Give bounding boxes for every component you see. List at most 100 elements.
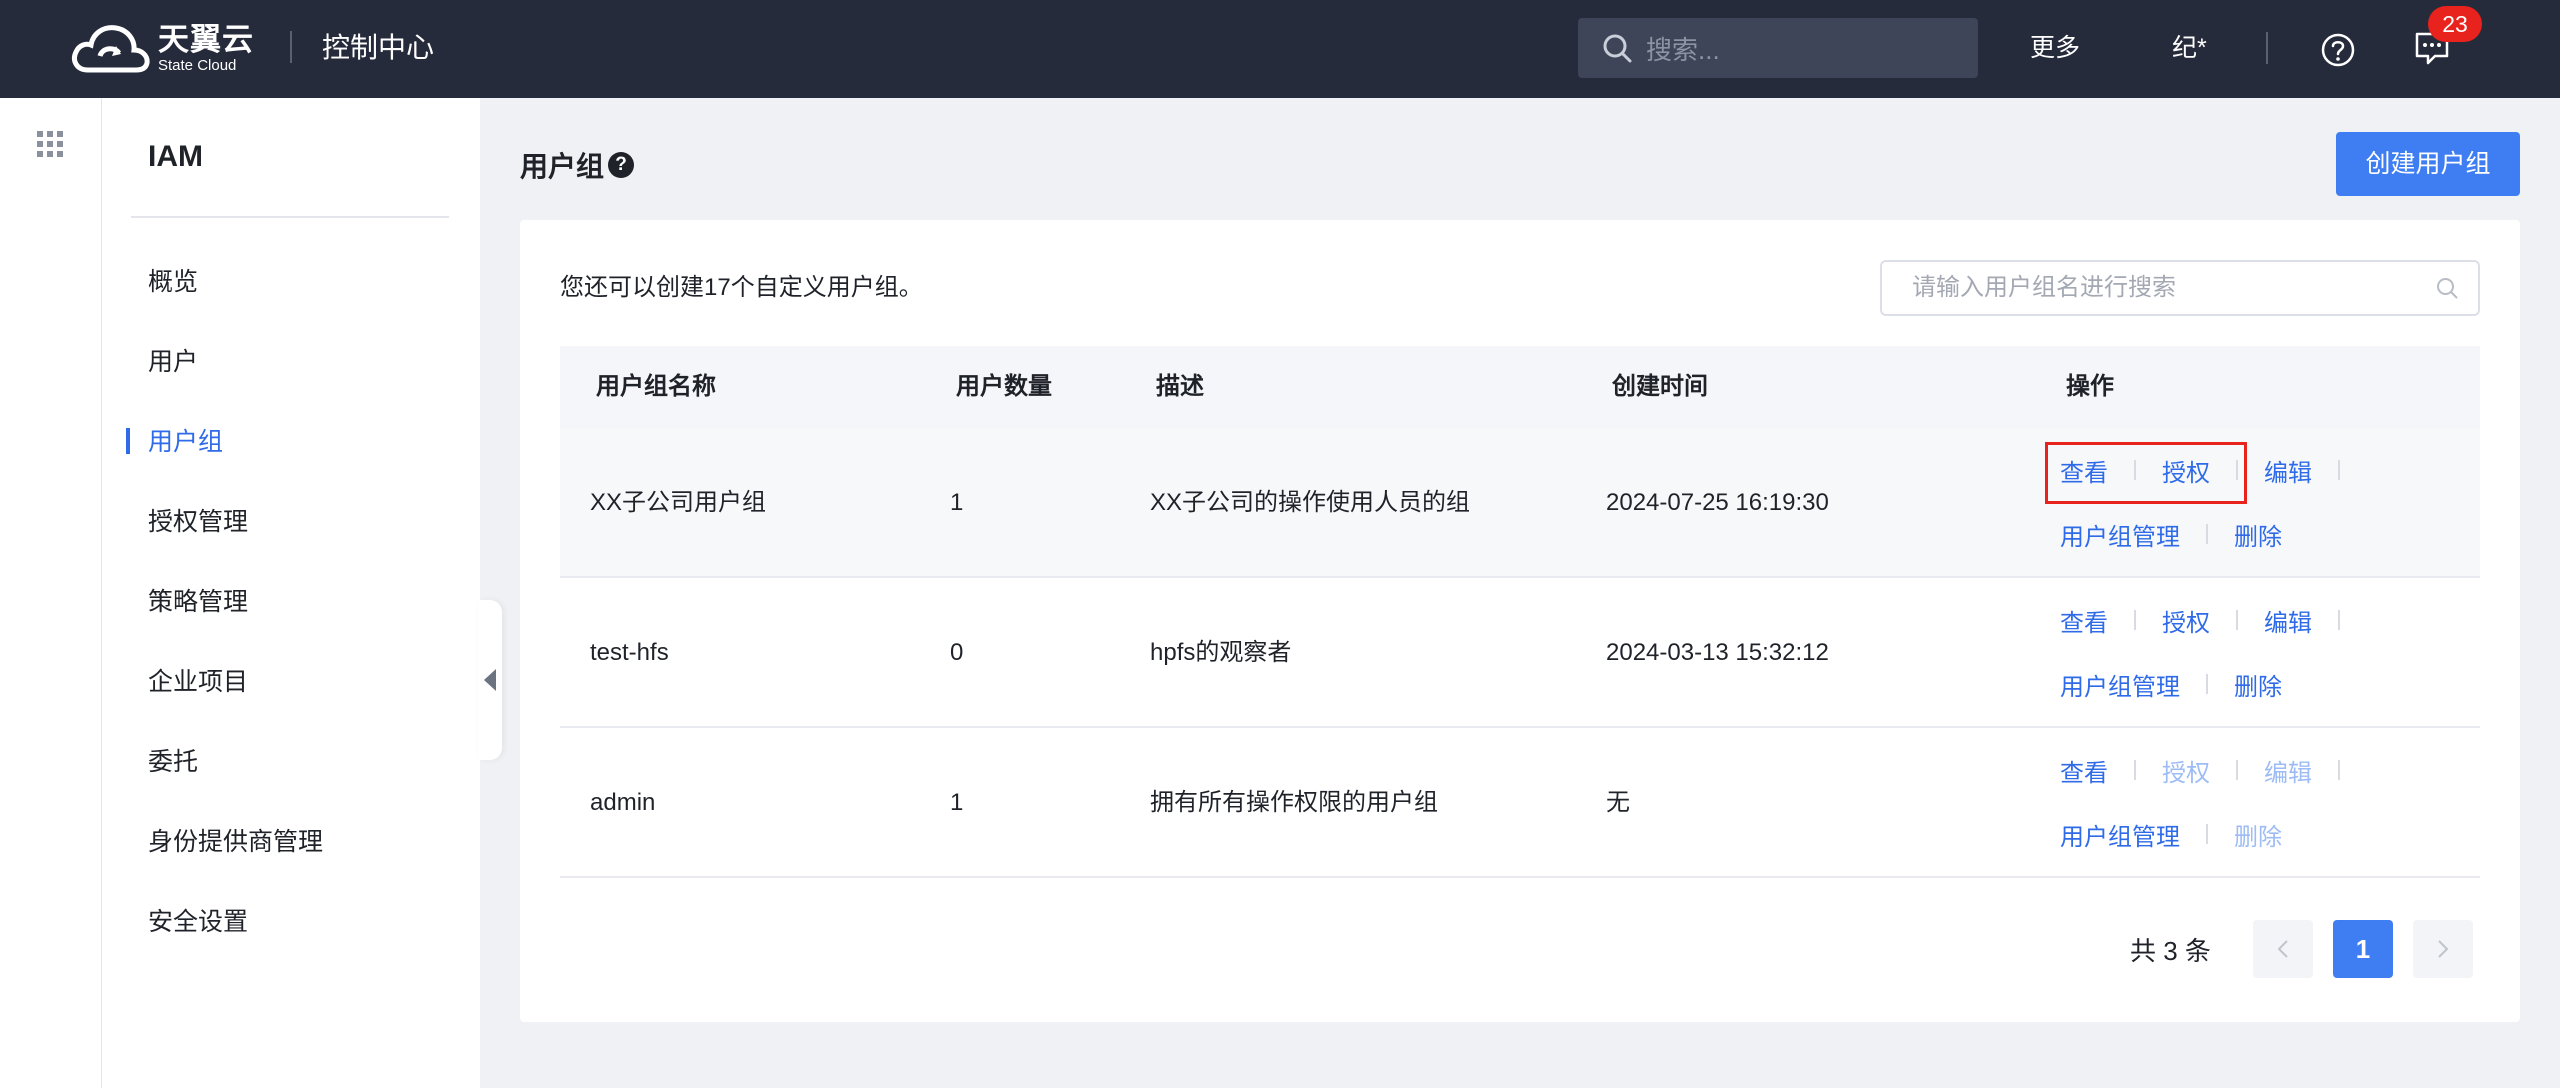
caret-left-icon (484, 669, 496, 691)
table-row: admin 1 拥有所有操作权限的用户组 无 查看 授权 编辑 用户组管理 删除 (560, 728, 2480, 878)
search-icon (1603, 34, 1632, 63)
sidebar-item-identity-providers[interactable]: 身份提供商管理 (148, 824, 323, 860)
op-separator (2236, 460, 2238, 480)
quota-hint: 您还可以创建17个自定义用户组。 (560, 274, 923, 301)
sidebar-item-security-settings[interactable]: 安全设置 (148, 904, 248, 940)
authorize-link[interactable]: 授权 (2162, 453, 2210, 488)
authorize-link-disabled: 授权 (2162, 759, 2210, 787)
column-header-operations: 操作 (2066, 373, 2114, 400)
global-search[interactable]: 搜索... (1578, 18, 1978, 78)
user-menu[interactable]: 纪* (2172, 30, 2207, 66)
row-operations: 查看 授权 编辑 用户组管理 删除 (2060, 448, 2460, 576)
edit-link[interactable]: 编辑 (2264, 453, 2312, 488)
help-icon[interactable] (2320, 32, 2356, 68)
group-search-input[interactable] (1912, 274, 2436, 302)
cell-description: XX子公司的操作使用人员的组 (1150, 489, 1471, 516)
op-separator (2206, 824, 2208, 844)
cell-description: hpfs的观察者 (1150, 639, 1292, 666)
manage-group-link[interactable]: 用户组管理 (2060, 667, 2180, 702)
search-icon[interactable] (2436, 277, 2458, 299)
cloud-logo-icon (72, 25, 150, 73)
brand-name-en: State Cloud (158, 57, 237, 74)
cell-user-count: 1 (950, 489, 964, 516)
cell-user-count: 0 (950, 639, 964, 666)
manage-group-link[interactable]: 用户组管理 (2060, 517, 2180, 552)
row-operations: 查看 授权 编辑 用户组管理 删除 (2060, 598, 2460, 726)
delete-link[interactable]: 删除 (2234, 517, 2282, 552)
view-link[interactable]: 查看 (2060, 603, 2108, 638)
column-header-created: 创建时间 (1612, 373, 1708, 400)
page-title-text: 用户组 (520, 151, 605, 182)
manage-group-link[interactable]: 用户组管理 (2060, 817, 2180, 852)
cell-group-name: admin (590, 789, 656, 816)
op-separator (2206, 524, 2208, 544)
edit-link-disabled: 编辑 (2264, 759, 2312, 787)
chevron-left-icon (2277, 940, 2288, 958)
view-link[interactable]: 查看 (2060, 753, 2108, 788)
sidebar-item-user-groups[interactable]: 用户组 (148, 424, 223, 460)
op-separator (2338, 610, 2340, 630)
op-separator (2206, 674, 2208, 694)
edit-link[interactable]: 编辑 (2264, 603, 2312, 638)
view-link[interactable]: 查看 (2060, 453, 2108, 488)
next-page-button[interactable] (2412, 920, 2473, 978)
topbar-divider (290, 31, 292, 63)
pagination-total: 共 3 条 (2130, 935, 2211, 966)
more-menu[interactable]: 更多 (2030, 30, 2080, 66)
cell-user-count: 1 (950, 789, 964, 816)
cell-group-name: XX子公司用户组 (590, 489, 767, 516)
sidebar-item-authorization[interactable]: 授权管理 (148, 504, 248, 540)
cell-created-time: 2024-03-13 15:32:12 (1606, 639, 1829, 666)
sidebar-collapse-handle[interactable] (478, 600, 502, 760)
sidebar-item-enterprise-projects[interactable]: 企业项目 (148, 664, 248, 700)
op-separator (2338, 760, 2340, 780)
cell-description: 拥有所有操作权限的用户组 (1150, 789, 1438, 816)
user-group-table: 用户组名称 用户数量 描述 创建时间 操作 XX子公司用户组 1 XX子公司的操… (560, 346, 2480, 878)
apps-grid-icon[interactable] (37, 131, 63, 157)
op-separator (2134, 760, 2136, 780)
notification-badge: 23 (2428, 6, 2482, 42)
column-header-description: 描述 (1156, 373, 1204, 400)
row-operations: 查看 授权 编辑 用户组管理 删除 (2060, 748, 2460, 876)
op-separator (2338, 460, 2340, 480)
iam-sidebar: IAM 概览 用户 用户组 授权管理 策略管理 企业项目 委托 身份提供商管理 … (102, 98, 480, 1088)
product-rail (0, 98, 102, 1088)
column-header-count: 用户数量 (956, 373, 1052, 400)
sidebar-title: IAM (148, 140, 203, 173)
delete-link[interactable]: 删除 (2234, 667, 2282, 702)
cell-created-time: 无 (1606, 789, 1630, 816)
sidebar-divider (131, 216, 449, 218)
sidebar-active-indicator (126, 428, 130, 454)
delete-link-disabled: 删除 (2234, 823, 2282, 851)
sidebar-item-policies[interactable]: 策略管理 (148, 584, 248, 620)
page-title: 用户组 ? (520, 145, 635, 185)
pagination: 共 3 条 1 (2130, 920, 2473, 978)
column-header-name: 用户组名称 (596, 373, 716, 400)
prev-page-button[interactable] (2252, 920, 2313, 978)
op-separator (2236, 610, 2238, 630)
cell-group-name: test-hfs (590, 639, 669, 666)
op-separator (2134, 610, 2136, 630)
group-search-box[interactable] (1880, 260, 2480, 316)
op-separator (2236, 760, 2238, 780)
question-icon[interactable]: ? (608, 152, 635, 178)
table-header: 用户组名称 用户数量 描述 创建时间 操作 (560, 346, 2480, 428)
authorize-link[interactable]: 授权 (2162, 603, 2210, 638)
sidebar-item-delegation[interactable]: 委托 (148, 744, 198, 780)
top-navigation-bar: 天翼云 State Cloud 控制中心 搜索... 更多 纪* 23 (0, 0, 2560, 98)
page-number-current[interactable]: 1 (2332, 920, 2393, 978)
chevron-right-icon (2438, 940, 2449, 958)
global-search-placeholder: 搜索... (1646, 34, 1720, 65)
brand-logo[interactable]: 天翼云 State Cloud (70, 20, 254, 78)
cell-created-time: 2024-07-25 16:19:30 (1606, 489, 1829, 516)
brand-name-cn: 天翼云 (158, 22, 254, 57)
topbar-divider (2266, 32, 2268, 64)
sidebar-item-users[interactable]: 用户 (148, 344, 198, 380)
op-separator (2134, 460, 2136, 480)
user-group-card: 您还可以创建17个自定义用户组。 用户组名称 用户数量 描述 创建时间 操作 X… (520, 220, 2520, 1022)
console-title[interactable]: 控制中心 (322, 28, 434, 68)
table-row: test-hfs 0 hpfs的观察者 2024-03-13 15:32:12 … (560, 578, 2480, 728)
create-user-group-button[interactable]: 创建用户组 (2336, 132, 2520, 196)
table-row: XX子公司用户组 1 XX子公司的操作使用人员的组 2024-07-25 16:… (560, 428, 2480, 578)
sidebar-item-overview[interactable]: 概览 (148, 264, 198, 300)
